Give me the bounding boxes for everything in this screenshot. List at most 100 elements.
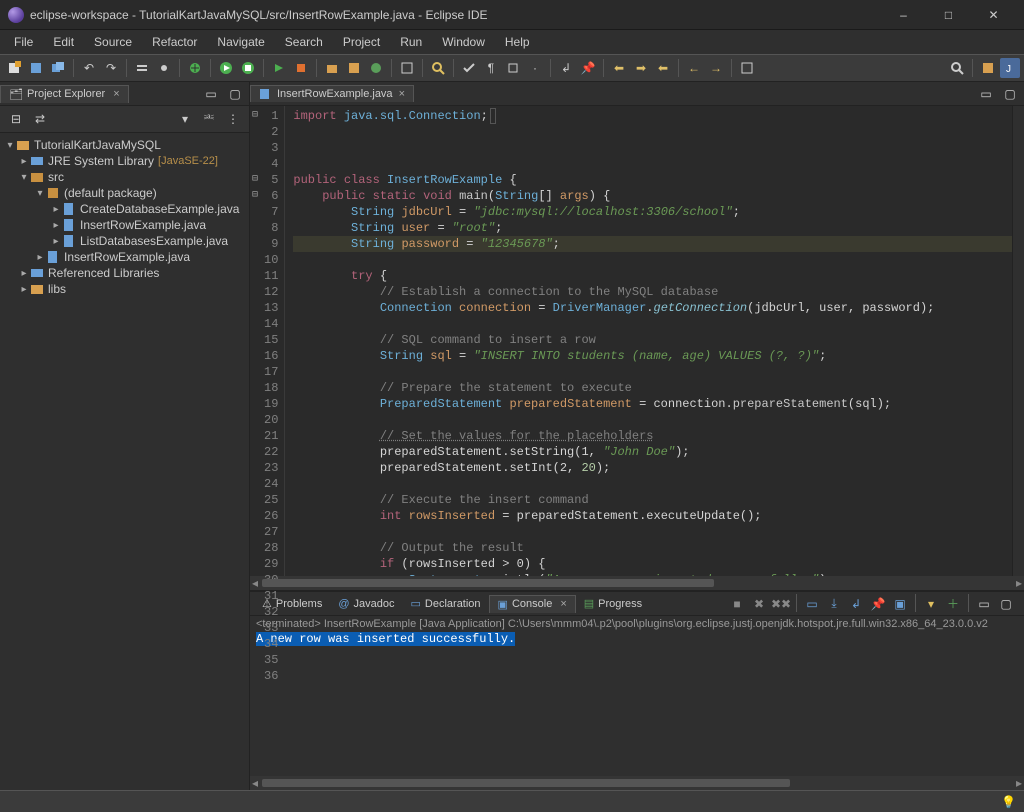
close-icon[interactable]: × [560, 598, 566, 610]
quick-access-icon[interactable] [947, 58, 967, 78]
pin-icon[interactable]: 📌 [578, 58, 598, 78]
undo-icon[interactable]: ↶ [79, 58, 99, 78]
package-label: (default package) [64, 186, 157, 200]
collapse-all-icon[interactable]: ⊟ [6, 109, 26, 129]
menu-project[interactable]: Project [333, 30, 390, 54]
debug-icon[interactable] [185, 58, 205, 78]
view-menu-icon[interactable]: ⋮ [223, 109, 243, 129]
nav-back-icon[interactable]: ⬅ [609, 58, 629, 78]
remove-launch-icon[interactable]: ✖ [749, 594, 769, 614]
save-icon[interactable] [26, 58, 46, 78]
tree-ref-lib[interactable]: ▸ Referenced Libraries [0, 265, 249, 281]
filter-icon[interactable]: ▾ [175, 109, 195, 129]
close-icon[interactable]: × [113, 88, 119, 100]
maximize-view-icon[interactable]: ▢ [225, 84, 245, 104]
new-package-icon[interactable] [344, 58, 364, 78]
minimize-view-icon[interactable]: ▭ [201, 84, 221, 104]
tab-console[interactable]: ▣Console× [489, 595, 576, 613]
clear-console-icon[interactable]: ▭ [802, 594, 822, 614]
nav-fwd-icon[interactable]: ➡ [631, 58, 651, 78]
ext-tools-icon[interactable] [291, 58, 311, 78]
nav-last-icon[interactable]: ⬅ [653, 58, 673, 78]
pin-console-icon[interactable]: 📌 [868, 594, 888, 614]
coverage-icon[interactable] [238, 58, 258, 78]
line-number-gutter[interactable]: ⊟1234⊟5⊟67891011121314151617181920212223… [250, 106, 285, 576]
build-icon[interactable] [154, 58, 174, 78]
console-horizontal-scrollbar[interactable]: ◂ ▸ [250, 776, 1024, 790]
save-all-icon[interactable] [48, 58, 68, 78]
focus-icon[interactable]: ⎃ [199, 109, 219, 129]
run-last-icon[interactable] [269, 58, 289, 78]
console-output[interactable]: A new row was inserted successfully. [250, 632, 1024, 776]
back-arrow-icon[interactable]: ← [684, 58, 704, 78]
zoom-icon[interactable] [737, 58, 757, 78]
editor-tab-label: InsertRowExample.java [277, 88, 393, 100]
fwd-arrow-icon[interactable]: → [706, 58, 726, 78]
project-tree[interactable]: ▾ TutorialKartJavaMySQL ▸ JRE System Lib… [0, 133, 249, 790]
project-label: TutorialKartJavaMySQL [34, 138, 161, 152]
open-type-icon[interactable] [397, 58, 417, 78]
tree-file[interactable]: ▸ CreateDatabaseExample.java [0, 201, 249, 217]
tree-default-package[interactable]: ▾ (default package) [0, 185, 249, 201]
menu-run[interactable]: Run [390, 30, 432, 54]
console-icon: ▣ [498, 598, 508, 611]
menu-source[interactable]: Source [84, 30, 142, 54]
redo-icon[interactable]: ↷ [101, 58, 121, 78]
window-close-button[interactable]: ✕ [971, 0, 1016, 30]
eclipse-logo-icon [8, 7, 24, 23]
toggle-mark-icon[interactable] [459, 58, 479, 78]
open-perspective-icon[interactable] [978, 58, 998, 78]
menu-search[interactable]: Search [275, 30, 333, 54]
java-file-icon [62, 218, 76, 232]
window-title: eclipse-workspace - TutorialKartJavaMySQ… [30, 8, 881, 22]
maximize-bottom-icon[interactable]: ▢ [996, 594, 1016, 614]
tab-progress[interactable]: ▤Progress [576, 595, 650, 612]
editor-horizontal-scrollbar[interactable]: ◂ ▸ [250, 576, 1024, 590]
block-sel-icon[interactable] [503, 58, 523, 78]
remove-all-icon[interactable]: ✖✖ [771, 594, 791, 614]
editor-tab-active[interactable]: InsertRowExample.java × [250, 85, 414, 102]
minimize-bottom-icon[interactable]: ▭ [974, 594, 994, 614]
link-editor-icon[interactable]: ⇄ [30, 109, 50, 129]
terminate-icon[interactable]: ■ [727, 594, 747, 614]
menu-window[interactable]: Window [432, 30, 495, 54]
tree-file[interactable]: ▸ InsertRowExample.java [0, 249, 249, 265]
new-class-icon[interactable] [366, 58, 386, 78]
new-java-project-icon[interactable] [322, 58, 342, 78]
window-minimize-button[interactable]: – [881, 0, 926, 30]
tip-bulb-icon[interactable]: 💡 [1001, 795, 1016, 809]
window-maximize-button[interactable]: □ [926, 0, 971, 30]
new-console-icon[interactable]: ＋ [943, 594, 963, 614]
menu-help[interactable]: Help [495, 30, 540, 54]
search-icon[interactable] [428, 58, 448, 78]
menu-navigate[interactable]: Navigate [207, 30, 274, 54]
run-icon[interactable] [216, 58, 236, 78]
open-console-icon[interactable]: ▾ [921, 594, 941, 614]
annotation-icon[interactable]: ¶ [481, 58, 501, 78]
wrap-icon[interactable]: ↲ [556, 58, 576, 78]
whitespace-icon[interactable]: · [525, 58, 545, 78]
tree-libs[interactable]: ▸ libs [0, 281, 249, 297]
java-perspective-icon[interactable]: J [1000, 58, 1020, 78]
new-icon[interactable] [4, 58, 24, 78]
overview-ruler[interactable] [1012, 106, 1024, 576]
scroll-lock-icon[interactable]: ⤓ [824, 594, 844, 614]
menu-edit[interactable]: Edit [43, 30, 84, 54]
menu-file[interactable]: File [4, 30, 43, 54]
tab-javadoc[interactable]: @Javadoc [330, 596, 402, 612]
minimize-editor-icon[interactable]: ▭ [976, 84, 996, 104]
code-editor[interactable]: ⊟1234⊟5⊟67891011121314151617181920212223… [250, 106, 1024, 576]
tree-file[interactable]: ▸ InsertRowExample.java [0, 217, 249, 233]
word-wrap-icon[interactable]: ↲ [846, 594, 866, 614]
menu-refactor[interactable]: Refactor [142, 30, 207, 54]
project-explorer-tab[interactable]: 🗂 Project Explorer × [0, 85, 129, 103]
switch-editor-icon[interactable] [132, 58, 152, 78]
close-icon[interactable]: × [399, 88, 405, 100]
display-console-icon[interactable]: ▣ [890, 594, 910, 614]
tree-file[interactable]: ▸ ListDatabasesExample.java [0, 233, 249, 249]
maximize-editor-icon[interactable]: ▢ [1000, 84, 1020, 104]
tree-src[interactable]: ▾ src [0, 169, 249, 185]
tab-declaration[interactable]: ▭Declaration [403, 595, 489, 612]
tree-project[interactable]: ▾ TutorialKartJavaMySQL [0, 137, 249, 153]
tree-jre[interactable]: ▸ JRE System Library [JavaSE-22] [0, 153, 249, 169]
